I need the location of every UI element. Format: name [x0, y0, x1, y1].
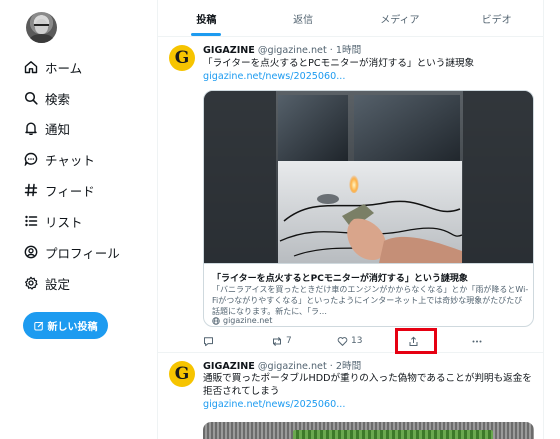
- share-button-highlight: [395, 328, 437, 354]
- card-image: [204, 91, 533, 263]
- nav-item-settings[interactable]: 設定: [24, 272, 70, 294]
- avatar-glasses: [34, 24, 49, 28]
- card-body: 「ライターを点火するとPCモニターが消灯する」という謎現象 「バニラアイスを買っ…: [204, 263, 533, 326]
- nav-label-notifications: 通知: [45, 121, 71, 137]
- post-header: GIGAZINE @gigazine.net · 1時間: [203, 42, 361, 56]
- chat-icon: [24, 152, 38, 166]
- nav-label-search: 検索: [45, 91, 71, 107]
- post-text: 通販で買ったポータブルHDDが重りの入った偽物であることが判明も返金を拒否されて…: [203, 373, 532, 397]
- logo-letter: G: [174, 364, 190, 384]
- post-header: GIGAZINE @gigazine.net · 2時間: [203, 358, 361, 372]
- tab-posts[interactable]: 投稿: [158, 0, 255, 36]
- new-post-label: 新しい投稿: [47, 322, 98, 333]
- author-meta: @gigazine.net · 2時間: [257, 361, 362, 372]
- nav-label-lists: リスト: [45, 214, 83, 230]
- nav-label-chat: チャット: [45, 152, 95, 168]
- reply-button[interactable]: [203, 333, 217, 349]
- feed-post[interactable]: G GIGAZINE @gigazine.net · 2時間 通販で買ったポータ…: [158, 353, 543, 439]
- search-icon: [24, 91, 38, 105]
- repost-button[interactable]: 7: [271, 333, 292, 349]
- nav-item-profile[interactable]: プロフィール: [24, 241, 120, 263]
- hash-icon: [24, 183, 38, 197]
- nav-label-home: ホーム: [45, 60, 83, 76]
- avatar-body: [29, 34, 54, 43]
- tab-videos[interactable]: ビデオ: [448, 0, 543, 36]
- like-button[interactable]: 13: [337, 333, 362, 349]
- card-title: 「ライターを点火するとPCモニターが消灯する」という謎現象: [212, 274, 468, 284]
- new-post-button[interactable]: 新しい投稿: [23, 312, 108, 339]
- nav-item-notifications[interactable]: 通知: [24, 117, 70, 139]
- post-link[interactable]: gigazine.net/news/2025060...: [203, 71, 345, 82]
- tab-media[interactable]: メディア: [352, 0, 449, 36]
- author-name[interactable]: GIGAZINE: [203, 361, 255, 372]
- home-icon: [24, 60, 38, 74]
- author-meta: @gigazine.net · 1時間: [257, 45, 362, 56]
- card-description: 「バニラアイスを買ったときだけ車のエンジンがかからなくなる」とか「雨が降るとWi…: [212, 285, 529, 316]
- more-options-button[interactable]: [471, 333, 483, 349]
- link-card[interactable]: 「ライターを点火するとPCモニターが消灯する」という謎現象 「バニラアイスを買っ…: [203, 90, 534, 327]
- nav-item-chat[interactable]: チャット: [24, 148, 95, 170]
- ellipsis-icon: [471, 336, 483, 347]
- repost-count: 7: [286, 336, 292, 346]
- profile-tabs: 投稿 返信 メディア ビデオ: [158, 0, 543, 37]
- list-icon: [24, 214, 38, 228]
- compose-icon: [33, 321, 44, 331]
- tab-replies[interactable]: 返信: [255, 0, 352, 36]
- nav-item-home[interactable]: ホーム: [24, 56, 82, 78]
- card-domain-text: gigazine.net: [223, 316, 273, 325]
- heart-icon: [337, 336, 348, 347]
- bell-icon: [24, 121, 38, 135]
- post-link[interactable]: gigazine.net/news/2025060...: [203, 399, 345, 410]
- gear-icon: [24, 276, 38, 290]
- gigazine-logo[interactable]: G: [169, 361, 195, 387]
- sidebar: ホーム 検索 通知 チャット フィード リスト プロフィール 設定 新しい投稿: [0, 0, 157, 439]
- nav-label-settings: 設定: [45, 276, 71, 292]
- author-name[interactable]: GIGAZINE: [203, 45, 255, 56]
- profile-icon: [24, 245, 38, 259]
- reply-icon: [203, 336, 214, 347]
- post-text: 「ライターを点火するとPCモニターが消灯する」という謎現象: [203, 58, 475, 69]
- gigazine-logo[interactable]: G: [169, 45, 195, 71]
- nav-item-feeds[interactable]: フィード: [24, 179, 95, 201]
- post-image-detail: [293, 430, 493, 439]
- like-count: 13: [351, 336, 363, 346]
- logo-letter: G: [174, 48, 190, 68]
- nav-item-search[interactable]: 検索: [24, 87, 70, 109]
- nav-label-profile: プロフィール: [45, 245, 120, 261]
- repost-icon: [271, 336, 283, 347]
- globe-icon: [212, 316, 220, 325]
- nav-item-lists[interactable]: リスト: [24, 210, 83, 232]
- main-column: 投稿 返信 メディア ビデオ G GIGAZINE @gigazine.net …: [157, 0, 544, 439]
- feed-post[interactable]: G GIGAZINE @gigazine.net · 1時間 「ライターを点火す…: [158, 37, 543, 353]
- right-gutter: [544, 0, 560, 439]
- post-actions: 7 13: [203, 333, 534, 349]
- nav-label-feeds: フィード: [45, 183, 95, 199]
- avatar[interactable]: [26, 12, 57, 43]
- post-image[interactable]: [203, 422, 534, 439]
- card-domain: gigazine.net: [212, 316, 272, 325]
